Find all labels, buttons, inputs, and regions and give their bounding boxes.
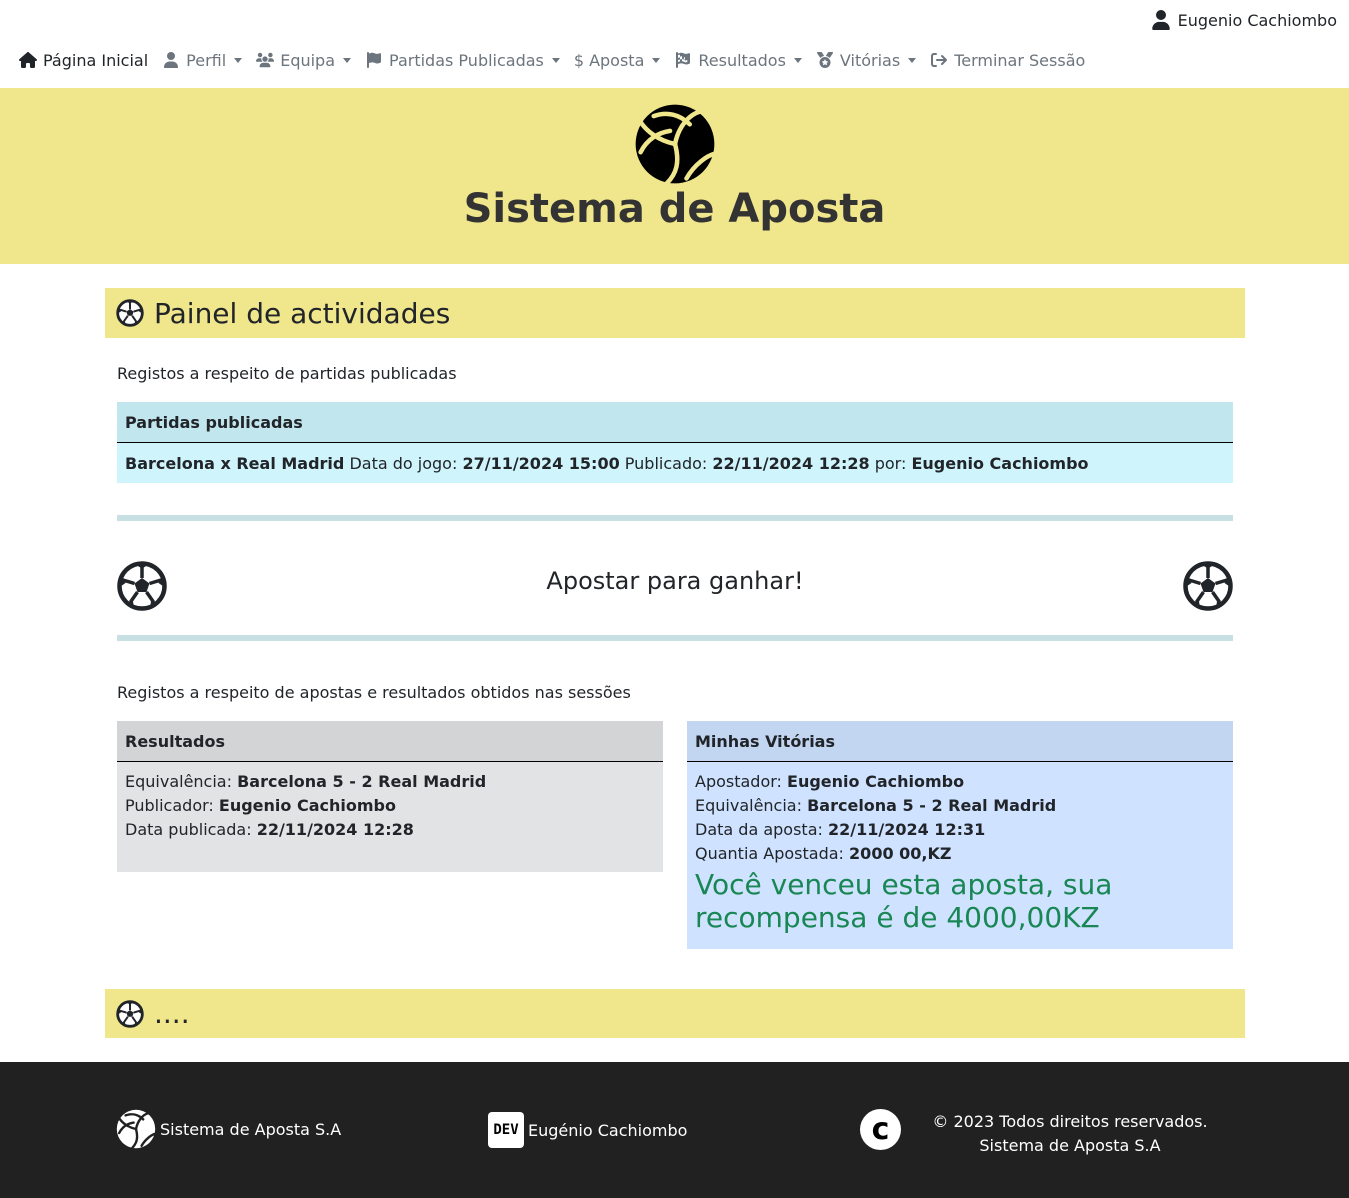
equiv-label: Equivalência: (695, 796, 802, 815)
user-menu[interactable]: Eugenio Cachiombo (1151, 8, 1337, 32)
date-published-label: Data publicada: (125, 820, 252, 839)
flag-icon (367, 52, 382, 68)
published-label: Publicado: (624, 453, 708, 473)
wins-header: Minhas Vitórias (687, 721, 1233, 762)
nav-label-wins: Vitórias (839, 50, 901, 70)
volleyball-icon (116, 1109, 156, 1149)
sessions-caption: Registos a respeito de apostas e resulta… (117, 683, 631, 702)
nav-item-team[interactable]: Equipa (256, 50, 352, 70)
chevron-down-icon (793, 57, 802, 63)
win-amount: 2000 00,KZ (849, 844, 952, 863)
published-by: Eugenio Cachiombo (911, 453, 1089, 473)
footer-dev-name: Eugénio Cachiombo (528, 1120, 688, 1140)
footer-copyright: © 2023 Todos direitos reservados. Sistem… (930, 1110, 1210, 1158)
user-icon (1151, 10, 1170, 30)
user-icon (164, 52, 179, 68)
footer-copyright-icon-wrap: c (860, 1109, 901, 1150)
game-date-label: Data do jogo: (349, 453, 458, 473)
win-equivalence: Barcelona 5 - 2 Real Madrid (807, 796, 1057, 815)
published-matches-card: Partidas publicadas Barcelona x Real Mad… (117, 402, 1233, 483)
nav-item-results[interactable]: Resultados (674, 51, 802, 70)
results-card: Resultados Equivalência: Barcelona 5 - 2… (117, 721, 663, 872)
published-caption: Registos a respeito de partidas publicad… (117, 364, 457, 383)
nav-label-home: Página Inicial (43, 50, 149, 70)
panel-title: Painel de actividades (154, 296, 451, 330)
users-icon (256, 52, 275, 68)
footer-brand[interactable]: Sistema de Aposta S.A (116, 1109, 341, 1149)
published-matches-header: Partidas publicadas (117, 402, 1233, 443)
divider (117, 635, 1233, 641)
nav-item-profile[interactable]: Perfil (162, 50, 243, 70)
activity-panel-header: Painel de actividades (105, 288, 1245, 338)
bottom-panel: .... (105, 989, 1245, 1038)
copyright-icon: c (860, 1109, 901, 1150)
chevron-down-icon (234, 57, 243, 63)
equiv-label: Equivalência: (125, 772, 232, 791)
match-name: Barcelona x Real Madrid (125, 453, 345, 473)
nav-label-logout: Terminar Sessão (954, 50, 1086, 70)
by-label: por: (874, 453, 907, 473)
chevron-down-icon (908, 57, 917, 63)
publisher-label: Publicador: (125, 796, 214, 815)
nav-item-logout[interactable]: Terminar Sessão (930, 51, 1085, 70)
published-match-row[interactable]: Barcelona x Real Madrid Data do jogo: 27… (117, 443, 1233, 483)
nav-item-wins[interactable]: Vitórias (816, 50, 917, 70)
copyright-line-1: © 2023 Todos direitos reservados. (932, 1112, 1208, 1131)
result-equivalence: Barcelona 5 - 2 Real Madrid (237, 772, 487, 791)
chevron-down-icon (551, 57, 560, 63)
divider (117, 515, 1233, 521)
footer-brand-text: Sistema de Aposta S.A (160, 1119, 342, 1139)
bottom-panel-title: .... (154, 997, 190, 1030)
checkered-flag-icon (676, 52, 691, 68)
medal-icon (816, 52, 833, 68)
footer-developer[interactable]: DEV Eugénio Cachiombo (488, 1112, 687, 1148)
soccer-ball-icon (116, 999, 144, 1028)
amount-label: Quantia Apostada: (695, 844, 844, 863)
site-title: Sistema de Aposta (463, 186, 886, 232)
main-nav: Página Inicial Perfil Equipa Partidas Pu… (19, 44, 1099, 76)
chevron-down-icon (343, 57, 352, 63)
win-bettor: Eugenio Cachiombo (787, 772, 965, 791)
hero-banner: Sistema de Aposta (0, 88, 1349, 264)
user-name: Eugenio Cachiombo (1177, 10, 1337, 30)
copyright-line-2: Sistema de Aposta S.A (979, 1136, 1161, 1155)
dollar-icon: $ (573, 50, 585, 70)
nav-label-results: Resultados (698, 50, 786, 70)
nav-label-team: Equipa (280, 50, 336, 70)
result-date: 22/11/2024 12:28 (256, 820, 414, 839)
win-message: Você venceu esta aposta, sua recompensa … (695, 868, 1113, 934)
wins-body: Apostador: Eugenio Cachiombo Equivalênci… (687, 762, 1233, 944)
win-bet-date: 22/11/2024 12:31 (827, 820, 986, 839)
bet-to-win-text: Apostar para ganhar! (546, 567, 804, 595)
nav-item-home[interactable]: Página Inicial (19, 51, 148, 70)
soccer-ball-icon (1183, 561, 1233, 611)
bet-date-label: Data da aposta: (695, 820, 823, 839)
published-date: 22/11/2024 12:28 (712, 453, 870, 473)
bettor-label: Apostador: (695, 772, 782, 791)
logout-icon (931, 53, 948, 67)
volleyball-icon (635, 104, 716, 185)
game-date: 27/11/2024 15:00 (462, 453, 620, 473)
soccer-ball-icon (116, 299, 144, 327)
results-header: Resultados (117, 721, 663, 762)
nav-item-bet[interactable]: $ Aposta (574, 51, 661, 70)
nav-item-published-matches[interactable]: Partidas Publicadas (365, 51, 560, 70)
nav-label-profile: Perfil (186, 50, 227, 70)
result-publisher: Eugenio Cachiombo (218, 796, 396, 815)
dev-icon: DEV (488, 1112, 524, 1148)
results-body: Equivalência: Barcelona 5 - 2 Real Madri… (117, 762, 663, 852)
chevron-down-icon (652, 57, 661, 63)
home-icon (19, 52, 37, 68)
nav-label-bet: Aposta (589, 50, 645, 70)
wins-card: Minhas Vitórias Apostador: Eugenio Cachi… (687, 721, 1233, 949)
nav-label-published-matches: Partidas Publicadas (389, 50, 544, 70)
